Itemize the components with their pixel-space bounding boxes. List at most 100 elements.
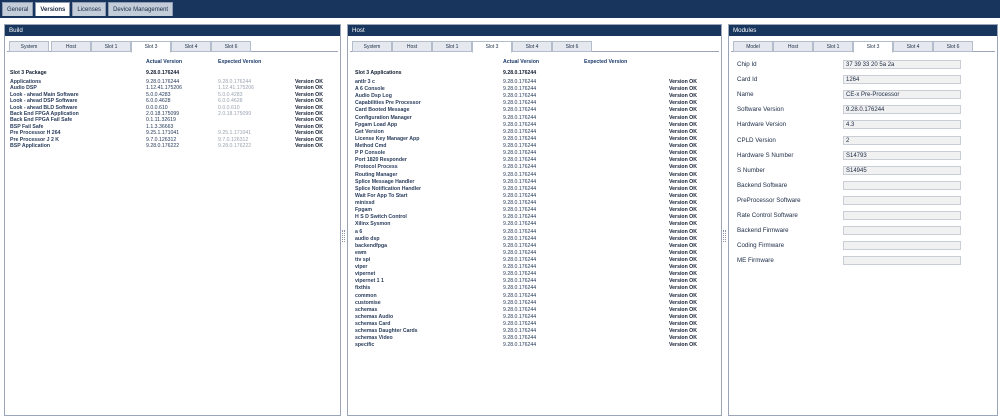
host-row-actual: 9.28.0.176244: [503, 178, 537, 185]
build-tab-slot-1[interactable]: Slot 1: [91, 41, 131, 52]
host-tab-slot-4[interactable]: Slot 4: [512, 41, 552, 52]
modules-tab-slot-6[interactable]: Slot 6: [933, 41, 973, 52]
host-row-actual: 9.28.0.176244: [503, 342, 537, 349]
module-field-label: Hardware S Number: [737, 151, 794, 159]
host-row-name: Configuration Manager: [355, 114, 412, 121]
host-row-actual: 9.28.0.176244: [503, 207, 537, 214]
build-row-status: Version OK: [295, 130, 323, 137]
host-row-name: schemas: [355, 306, 378, 313]
build-row-actual: 0.0.0.610: [146, 104, 168, 111]
module-field-value: [843, 256, 961, 266]
host-row-actual: 9.28.0.176244: [503, 271, 537, 278]
host-row-status: Version OK: [669, 264, 697, 271]
host-package-version: 9.28.0.176244: [503, 70, 537, 76]
host-row-name: customise: [355, 299, 381, 306]
modules-tab-slot-3[interactable]: Slot 3: [853, 41, 893, 53]
host-row-actual: 9.28.0.176244: [503, 192, 537, 199]
host-row-status: Version OK: [669, 107, 697, 114]
host-row-actual: 9.28.0.176244: [503, 299, 537, 306]
host-row-name: schemas Video: [355, 335, 393, 342]
host-tab-slot-6[interactable]: Slot 6: [552, 41, 592, 52]
host-tab-slot-3[interactable]: Slot 3: [472, 41, 512, 53]
build-row-actual: 6.0.0.4628: [146, 98, 171, 105]
splitter-handle[interactable]: [342, 230, 345, 242]
host-row-status: Version OK: [669, 157, 697, 164]
host-row-name: ttv spi: [355, 257, 371, 263]
splitter-handle[interactable]: [723, 230, 726, 242]
host-row-actual: 9.28.0.176244: [503, 292, 537, 299]
build-row-name: BSP Fail Safe: [10, 123, 44, 130]
host-row-actual: 9.28.0.176244: [503, 135, 537, 142]
build-row-expected: 1.12.41.175206: [218, 85, 255, 92]
tab-licenses[interactable]: Licenses: [72, 2, 107, 16]
host-row-actual: 9.28.0.176244: [503, 328, 537, 335]
build-row-status: Version OK: [295, 98, 323, 105]
build-row-expected: 9.28.0.176244: [218, 79, 252, 85]
build-row-status: Version OK: [295, 104, 323, 111]
modules-tab-model[interactable]: Model: [733, 41, 773, 52]
build-row-expected: 0.0.0.610: [218, 104, 240, 111]
module-field-value: [843, 211, 961, 220]
host-row-status: Version OK: [669, 257, 697, 263]
build-panel: Build System Host Slot 1 Slot 3 Slot 4 Slot 6…: [4, 24, 341, 416]
modules-tab-host[interactable]: Host: [773, 41, 813, 52]
host-row-name: schemas Daughter Cards: [355, 328, 418, 335]
top-tabs: General Versions Licenses Device Managem…: [2, 2, 174, 16]
build-row-actual: 9.25.1.171041: [146, 130, 180, 137]
host-row-status: Version OK: [669, 228, 697, 235]
modules-tab-slot-1[interactable]: Slot 1: [813, 41, 853, 52]
build-tab-system[interactable]: System: [9, 41, 49, 52]
host-row-status: Version OK: [669, 313, 697, 320]
host-tab-host[interactable]: Host: [392, 41, 432, 52]
host-row-actual: 9.28.0.176244: [503, 313, 537, 320]
tab-device-management[interactable]: Device Management: [108, 2, 174, 16]
host-row-status: Version OK: [669, 185, 697, 192]
host-row-name: a 6: [355, 228, 363, 235]
host-row-status: Version OK: [669, 335, 697, 342]
host-row-actual: 9.28.0.176244: [503, 235, 537, 242]
host-row-status: Version OK: [669, 221, 697, 228]
modules-subtabs: Model Host Slot 1 Slot 3 Slot 4 Slot 6: [731, 41, 995, 53]
host-row-name: Protocol Process: [355, 164, 398, 171]
build-subtabs: System Host Slot 1 Slot 3 Slot 4 Slot 6: [7, 41, 338, 53]
tab-general[interactable]: General: [2, 2, 34, 16]
build-row-name: Back End FPGA Application: [10, 111, 79, 117]
host-package-label: Slot 3 Applications: [355, 70, 402, 76]
module-field-value: 2: [843, 135, 961, 145]
host-row-name: vipernet: [355, 271, 376, 278]
build-tab-host[interactable]: Host: [51, 41, 91, 52]
host-row-name: Port 1820 Responder: [355, 157, 407, 164]
modules-tab-slot-4[interactable]: Slot 4: [893, 41, 933, 52]
module-field-value: [843, 226, 961, 236]
module-field-label: CPLD Version: [737, 136, 776, 144]
host-row-actual: 9.28.0.176244: [503, 249, 537, 256]
host-row-status: Version OK: [669, 178, 697, 185]
host-row-name: Splice Notification Handler: [355, 185, 422, 192]
host-row-name: Audio Dsp Log: [355, 93, 392, 100]
host-row-name: antlr 3 c: [355, 79, 375, 85]
host-row-status: Version OK: [669, 200, 697, 207]
host-row-status: Version OK: [669, 192, 697, 199]
module-field-value: CE-x Pre-Processor: [843, 90, 961, 100]
build-row-actual: 9.7.0.126312: [146, 136, 177, 143]
module-field-label: Name: [737, 91, 754, 99]
build-tab-slot-6[interactable]: Slot 6: [211, 41, 251, 52]
host-row-actual: 9.28.0.176244: [503, 221, 537, 228]
host-tab-slot-1[interactable]: Slot 1: [432, 41, 472, 52]
host-row-status: Version OK: [669, 321, 697, 328]
module-field-value: 1264: [843, 75, 961, 85]
host-row-status: Version OK: [669, 285, 697, 292]
host-row-actual: 9.28.0.176244: [503, 171, 537, 178]
host-row-name: ewm: [355, 249, 367, 256]
build-tab-slot-4[interactable]: Slot 4: [171, 41, 211, 52]
tab-versions[interactable]: Versions: [35, 2, 71, 16]
build-row-actual: 9.28.0.176244: [146, 79, 180, 85]
build-tab-slot-3[interactable]: Slot 3: [131, 41, 171, 53]
host-tab-system[interactable]: System: [352, 41, 392, 52]
module-field-label: Software Version: [737, 106, 784, 114]
host-row-actual: 9.28.0.176244: [503, 264, 537, 271]
host-row-actual: 9.28.0.176244: [503, 93, 537, 100]
host-row-status: Version OK: [669, 171, 697, 178]
host-row-status: Version OK: [669, 242, 697, 249]
host-row-name: Wait For App To Start: [355, 192, 408, 199]
